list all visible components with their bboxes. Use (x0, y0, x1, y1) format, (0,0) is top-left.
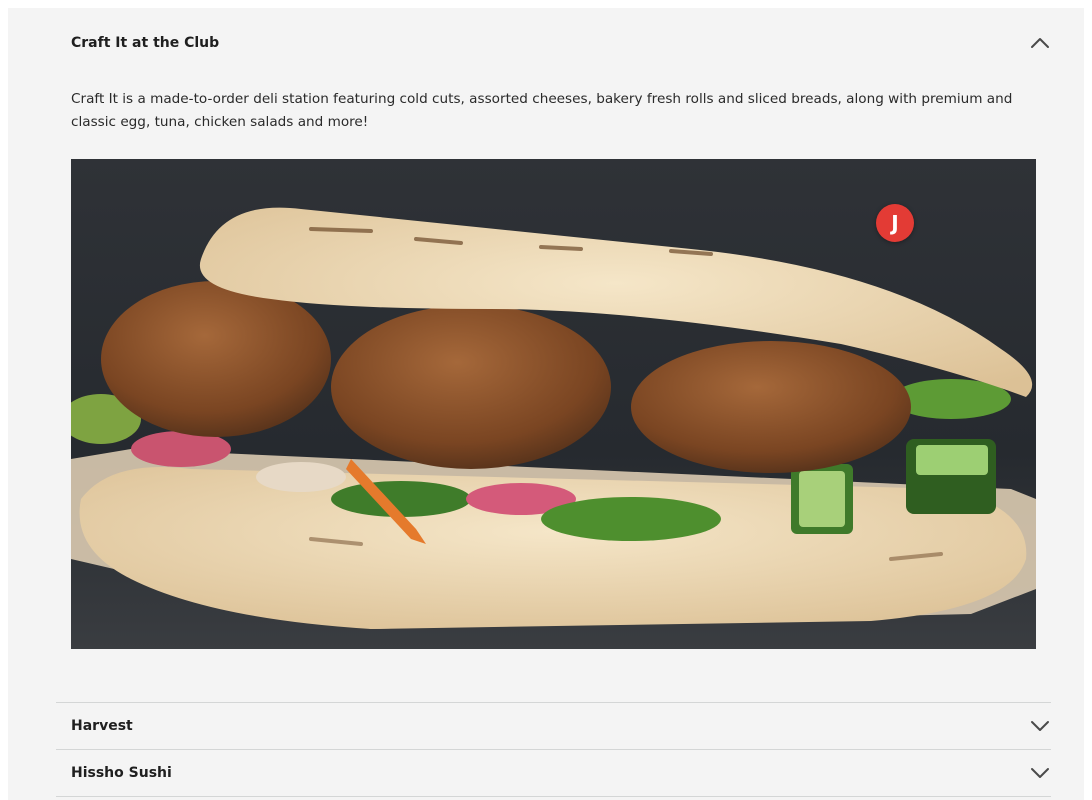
accordion-title: Hissho Sushi (71, 765, 172, 781)
chevron-down-icon[interactable] (1029, 715, 1051, 737)
accordion-header-harvest[interactable]: Harvest (56, 703, 1051, 749)
user-avatar-badge[interactable]: J (876, 204, 914, 242)
divider (56, 796, 1051, 797)
accordion-panel: Craft It at the Club Craft It is a made-… (8, 8, 1084, 800)
section-description: Craft It is a made-to-order deli station… (71, 91, 1013, 130)
chevron-down-icon[interactable] (1029, 762, 1051, 784)
accordion-header-hissho-sushi[interactable]: Hissho Sushi (56, 750, 1051, 796)
avatar-initial: J (891, 211, 899, 235)
accordion-header-craft-it[interactable]: Craft It at the Club (56, 20, 1051, 66)
accordion-title: Harvest (71, 718, 133, 734)
accordion-title: Craft It at the Club (71, 35, 220, 51)
chevron-up-icon[interactable] (1029, 32, 1051, 54)
